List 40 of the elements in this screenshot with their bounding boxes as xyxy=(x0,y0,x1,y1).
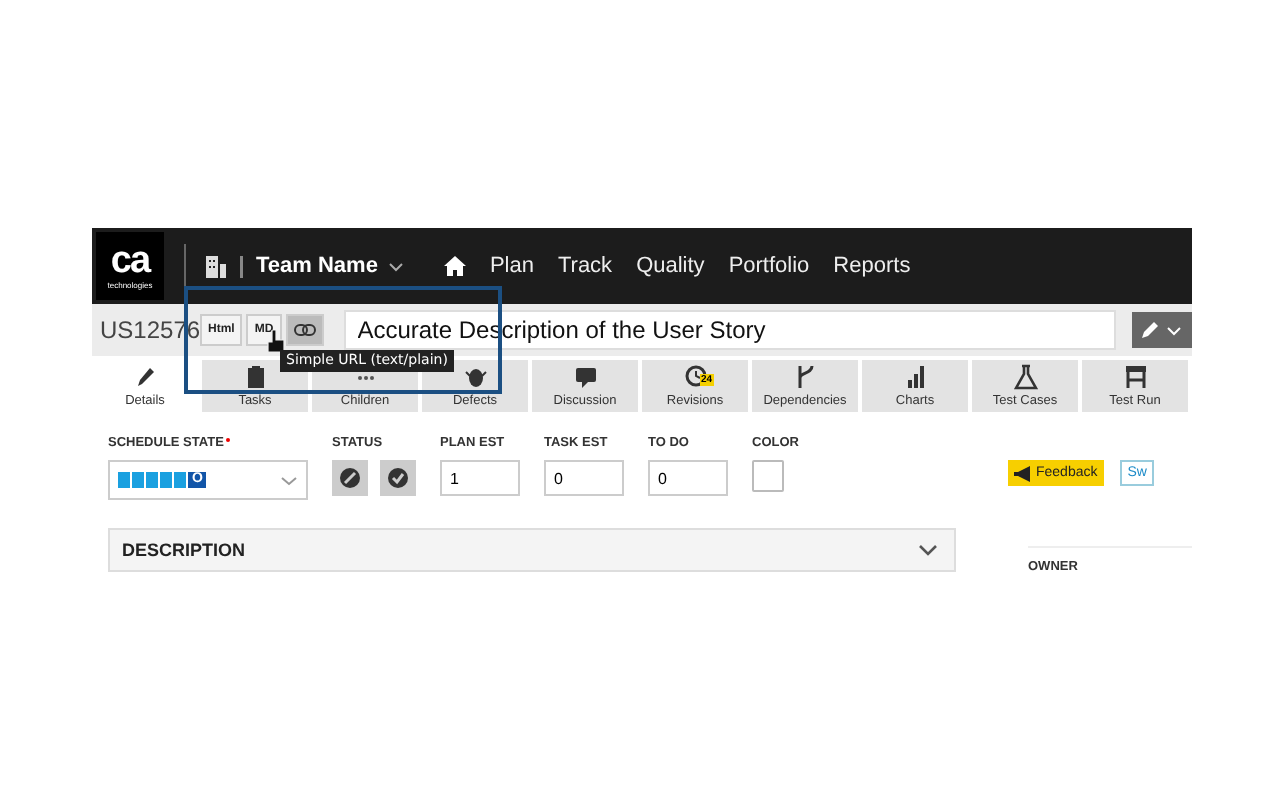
number-field[interactable]: 1 xyxy=(440,460,520,496)
state-segment[interactable] xyxy=(174,472,186,488)
blocked-button[interactable] xyxy=(332,460,368,496)
nav-link[interactable]: Plan xyxy=(489,254,534,278)
color-picker[interactable] xyxy=(752,460,784,492)
ready-button[interactable] xyxy=(380,460,416,496)
bars-icon xyxy=(903,364,927,390)
number-field[interactable]: 0 xyxy=(544,460,624,496)
state-segment[interactable] xyxy=(132,472,144,488)
state-segment[interactable] xyxy=(146,472,158,488)
description-panel[interactable]: DESCRIPTION xyxy=(108,528,956,572)
building-icon xyxy=(206,255,226,277)
bug-icon xyxy=(463,364,487,390)
nav-link[interactable]: Reports xyxy=(833,254,911,278)
section-title: DESCRIPTION xyxy=(122,540,246,560)
megaphone-icon xyxy=(1014,465,1032,481)
home-icon[interactable] xyxy=(443,256,466,276)
chevron-down-icon xyxy=(387,261,404,271)
pencil-icon xyxy=(1140,321,1159,339)
state-segment[interactable] xyxy=(118,472,130,488)
nav-link[interactable]: Portfolio xyxy=(728,254,810,278)
check-circle-icon xyxy=(388,468,408,488)
nav-link[interactable]: Track xyxy=(557,254,613,278)
nav-link[interactable]: Quality xyxy=(636,254,705,278)
chat-icon xyxy=(573,364,597,390)
team-selector[interactable]: Team Name xyxy=(256,254,404,278)
state-segment[interactable] xyxy=(160,472,172,488)
chevron-down-icon xyxy=(280,475,298,485)
link-icon xyxy=(293,324,316,336)
blocked-icon xyxy=(340,468,360,488)
bench-icon xyxy=(1123,364,1147,390)
chevron-down-icon xyxy=(918,544,938,556)
branch-icon xyxy=(793,364,817,390)
flask-icon xyxy=(1013,364,1037,390)
pencil-icon xyxy=(133,364,157,390)
link-button[interactable] xyxy=(285,314,324,346)
number-field[interactable]: 0 xyxy=(648,460,728,496)
edit-menu-button[interactable] xyxy=(1131,312,1192,348)
chevron-down-icon xyxy=(1166,325,1183,335)
clipboard-icon xyxy=(243,364,267,390)
